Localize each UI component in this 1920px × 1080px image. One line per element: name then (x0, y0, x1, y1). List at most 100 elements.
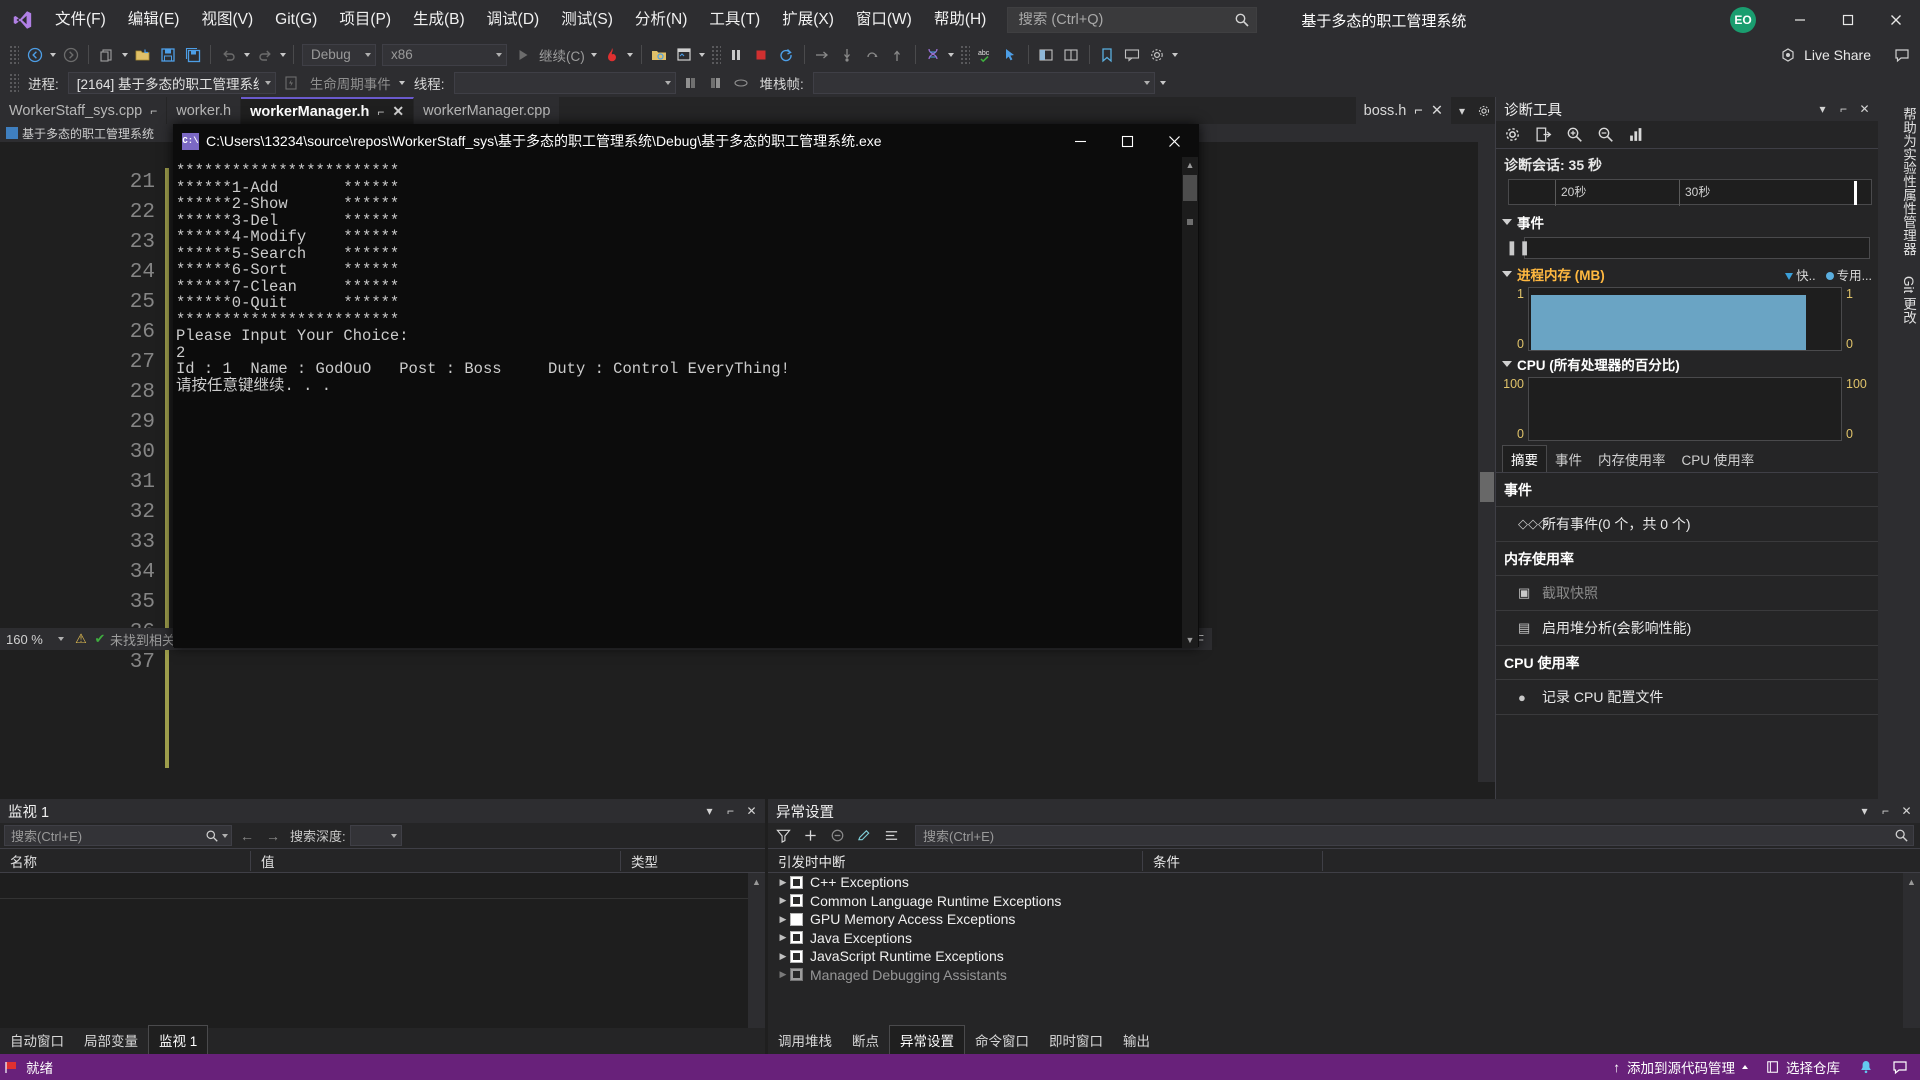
avatar[interactable]: EO (1730, 7, 1756, 33)
break-all-icon[interactable] (724, 43, 749, 66)
console-scrollbar[interactable]: ▲ ▼ (1182, 157, 1198, 648)
live-share-icon[interactable] (1775, 43, 1800, 66)
unflag-threads-icon[interactable] (704, 72, 729, 95)
bookmark-icon[interactable] (1095, 43, 1120, 66)
step-out-icon[interactable] (860, 43, 885, 66)
exception-row[interactable]: ▶ GPU Memory Access Exceptions (768, 910, 1920, 929)
exception-checkbox[interactable] (790, 894, 803, 907)
exception-search-box[interactable]: 搜索(Ctrl+E) (915, 825, 1914, 846)
expander-triangle-icon[interactable]: ▶ (776, 932, 790, 943)
previous-arrow-icon[interactable]: ← (236, 828, 258, 844)
menu-git[interactable]: Git(G) (264, 0, 328, 40)
toolbar-grip[interactable] (9, 73, 19, 93)
console-window[interactable]: C:\ C:\Users\13234\source\repos\WorkerSt… (173, 124, 1199, 647)
tab-autos[interactable]: 自动窗口 (0, 1026, 74, 1054)
summary-heap-profiling-row[interactable]: ▤ 启用堆分析(会影响性能) (1496, 611, 1878, 646)
menu-file[interactable]: 文件(F) (44, 0, 117, 40)
feedback-button[interactable] (1883, 1054, 1920, 1080)
redo-dropdown-icon[interactable] (277, 43, 288, 66)
exception-checkbox[interactable] (790, 876, 803, 889)
menu-debug[interactable]: 调试(D) (476, 0, 551, 40)
edit-pencil-icon[interactable] (857, 828, 872, 843)
console-close-button[interactable] (1151, 125, 1198, 157)
solution-configuration-dropdown[interactable]: Debug (302, 44, 376, 66)
unpin-icon[interactable]: ⌐ (1834, 98, 1853, 120)
undo-dropdown-icon[interactable] (241, 43, 252, 66)
notification-bell-button[interactable] (1849, 1054, 1883, 1080)
exception-list[interactable]: ▶ C++ Exceptions ▶ Common Language Runti… (768, 873, 1920, 1045)
cpu-section-header[interactable]: CPU (所有处理器的百分比) (1496, 351, 1878, 377)
show-threads-icon[interactable] (729, 72, 754, 95)
quick-search-input[interactable] (1018, 12, 1234, 28)
settings-gear-icon[interactable] (1145, 43, 1170, 66)
memory-section-header[interactable]: 进程内存 (MB) 快.. 专用... (1496, 261, 1878, 287)
window-layout-icon[interactable] (1034, 43, 1059, 66)
menu-test[interactable]: 测试(S) (550, 0, 624, 40)
toolbar-overflow-icon[interactable] (1158, 72, 1169, 95)
chevron-down-icon[interactable]: ▾ (1855, 800, 1874, 822)
redo-icon[interactable] (252, 43, 277, 66)
add-icon[interactable] (803, 828, 818, 843)
magnifier-icon[interactable] (1894, 828, 1909, 843)
summary-events-row[interactable]: ◇◇◇ 所有事件(0 个，共 0 个) (1496, 507, 1878, 542)
watch-empty-row[interactable] (0, 873, 765, 899)
menu-build[interactable]: 生成(B) (402, 0, 476, 40)
tab-worker-h[interactable]: worker.h (167, 97, 241, 124)
attach-process-icon[interactable] (647, 43, 672, 66)
continue-dropdown-icon[interactable] (589, 43, 600, 66)
search-depth-dropdown[interactable] (350, 825, 402, 846)
tab-immediate-window[interactable]: 即时窗口 (1039, 1026, 1113, 1054)
vdock-item-git-changes[interactable]: Git 更改 (1878, 266, 1920, 334)
next-arrow-icon[interactable]: → (262, 828, 284, 844)
thread-dropdown[interactable] (454, 72, 676, 94)
window-close-button[interactable] (1872, 0, 1920, 40)
expander-triangle-icon[interactable]: ▶ (776, 951, 790, 962)
tab-workerstaff-sys-cpp[interactable]: WorkerStaff_sys.cpp ⌐ (0, 97, 167, 124)
exception-checkbox[interactable] (790, 968, 803, 981)
step-into-icon[interactable] (835, 43, 860, 66)
tab-boss-h[interactable]: boss.h ⌐ ✕ (1356, 97, 1451, 124)
toolbar-grip[interactable] (9, 45, 19, 65)
open-file-icon[interactable] (130, 43, 155, 66)
console-maximize-button[interactable] (1104, 125, 1151, 157)
flag-threads-icon[interactable] (679, 72, 704, 95)
toolbar-grip[interactable] (960, 45, 970, 65)
continue-play-icon[interactable] (510, 43, 535, 66)
tab-locals[interactable]: 局部变量 (74, 1026, 148, 1054)
diagnostic-window-icon[interactable] (672, 43, 697, 66)
navigate-back-icon[interactable] (22, 43, 47, 66)
restart-icon[interactable] (774, 43, 799, 66)
save-all-icon[interactable] (180, 43, 205, 66)
exception-row[interactable]: ▶ C++ Exceptions (768, 873, 1920, 892)
menu-help[interactable]: 帮助(H) (923, 0, 998, 40)
add-to-source-control-button[interactable]: ↑ 添加到源代码管理 (1604, 1054, 1757, 1080)
dna-helix-icon[interactable] (921, 43, 946, 66)
tab-exception-settings[interactable]: 异常设置 (889, 1025, 965, 1054)
tab-workermanager-cpp[interactable]: workerManager.cpp (414, 97, 560, 124)
menu-analyze[interactable]: 分析(N) (624, 0, 699, 40)
zoom-out-icon[interactable] (1597, 126, 1614, 143)
lifecycle-events-icon[interactable] (279, 72, 304, 95)
step-up-icon[interactable] (885, 43, 910, 66)
step-over-icon[interactable] (810, 43, 835, 66)
menu-tools[interactable]: 工具(T) (698, 0, 771, 40)
scroll-up-icon[interactable]: ▲ (748, 873, 765, 890)
chevron-down-icon[interactable] (222, 834, 228, 838)
exception-checkbox[interactable] (790, 931, 803, 944)
tab-command-window[interactable]: 命令窗口 (965, 1026, 1039, 1054)
tab-workermanager-h[interactable]: workerManager.h ⌐ ✕ (241, 97, 414, 124)
continue-label[interactable]: 继续(C) (535, 45, 589, 65)
chevron-down-icon[interactable]: ▾ (1813, 98, 1832, 120)
magnifier-icon[interactable] (205, 829, 219, 843)
expander-triangle-icon[interactable]: ▶ (776, 895, 790, 906)
events-section-header[interactable]: 事件 (1496, 209, 1878, 235)
console-output-area[interactable]: ************************ ******1-Add ***… (174, 157, 1198, 648)
undo-icon[interactable] (216, 43, 241, 66)
vdock-item-properties[interactable]: 帮助为实验性属性管理器 (1878, 97, 1920, 266)
exception-checkbox[interactable] (790, 950, 803, 963)
toolbar-grip[interactable] (711, 45, 721, 65)
stackframe-dropdown[interactable] (813, 72, 1155, 94)
scroll-up-icon[interactable]: ▲ (1182, 157, 1198, 173)
gear-icon[interactable] (1504, 126, 1521, 143)
navigate-forward-icon[interactable] (58, 43, 83, 66)
